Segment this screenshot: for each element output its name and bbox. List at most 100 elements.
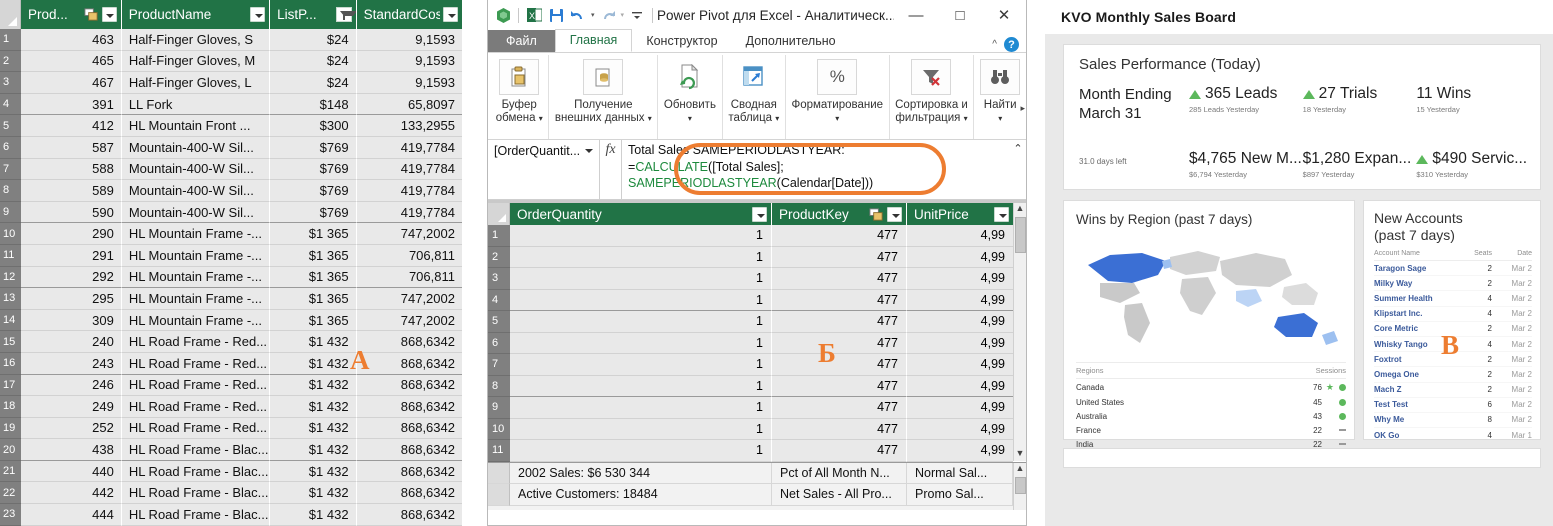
cell-standardcost[interactable]: 133,2955 [356,115,462,137]
column-filter-dropdown-productname[interactable] [250,7,266,22]
cell-unitprice[interactable]: 4,99 [907,268,1013,290]
cell-productkey[interactable]: 477 [772,440,907,462]
account-row[interactable]: Milky Way 2 Mar 2 [1374,276,1532,292]
cell-orderquantity[interactable]: 1 [510,268,772,290]
account-name[interactable]: Klipstart Inc. [1374,309,1458,318]
close-button[interactable]: ✕ [982,1,1026,29]
region-row[interactable]: Canada 76 ★ [1076,379,1346,395]
tab-advanced[interactable]: Дополнительно [732,31,850,52]
region-row[interactable]: Australia 43 [1076,409,1346,423]
table-row[interactable]: 10 290 HL Mountain Frame -... $1 365 747… [0,223,462,245]
scroll-up-icon[interactable]: ▲ [1016,203,1025,216]
cell-unitprice[interactable]: 4,99 [907,440,1013,462]
cell-productname[interactable]: HL Road Frame - Blac... [121,460,271,483]
name-box[interactable]: [OrderQuantit... [488,140,600,162]
world-map-svg[interactable] [1070,231,1348,356]
cell-standardcost[interactable]: 9,1593 [356,50,462,73]
cell-productkey[interactable]: 463 [21,29,122,51]
table-row[interactable]: 15 240 HL Road Frame - Red... $1 432 868… [0,331,462,353]
cell-productname[interactable]: HL Mountain Frame -... [121,309,271,332]
cell-standardcost[interactable]: 868,6342 [356,504,462,526]
account-name[interactable]: Milky Way [1374,279,1458,288]
column-filter-dropdown-productkey[interactable] [887,206,902,222]
cell-productkey[interactable]: 590 [21,201,122,224]
table-row[interactable]: 6 587 Mountain-400-W Sil... $769 419,778… [0,136,462,159]
account-row[interactable]: Mach Z 2 Mar 2 [1374,383,1532,398]
table-row[interactable]: 20 438 HL Road Frame - Blac... $1 432 86… [0,439,462,461]
cell-productkey[interactable]: 477 [772,289,907,311]
cell-standardcost[interactable]: 419,7784 [356,180,462,202]
cell-orderquantity[interactable]: 1 [510,418,772,440]
cell-productname[interactable]: HL Road Frame - Blac... [121,482,271,505]
cell-standardcost[interactable]: 706,811 [356,244,462,267]
measure-row-handle[interactable] [488,462,510,484]
cell-productkey[interactable]: 477 [772,397,907,419]
cell-orderquantity[interactable]: 1 [510,225,772,247]
table-row[interactable]: 8 589 Mountain-400-W Sil... $769 419,778… [0,180,462,202]
column-header-standardcost[interactable]: StandardCost [357,0,462,29]
table-row[interactable]: 21 440 HL Road Frame - Blac... $1 432 86… [0,460,462,483]
table-row[interactable]: 12 292 HL Mountain Frame -... $1 365 706… [0,266,462,289]
cell-productkey[interactable]: 477 [772,268,907,290]
column-filter-dropdown-productkey[interactable] [101,7,117,22]
table-row[interactable]: 14 309 HL Mountain Frame -... $1 365 747… [0,309,462,332]
undo-dropdown-caret-icon[interactable]: ▾ [591,11,595,19]
cell-productkey[interactable]: 477 [772,375,907,397]
grid-vertical-scrollbar[interactable]: ▲ ▼ [1013,203,1026,461]
cell-productname[interactable]: HL Mountain Frame -... [121,223,271,245]
cell-standardcost[interactable]: 747,2002 [356,288,462,310]
ribbon-group-pivot-table[interactable]: Сводная таблица ▾ [723,55,786,139]
cell-productname[interactable]: Mountain-400-W Sil... [121,136,271,159]
measure-row-handle[interactable] [488,484,510,506]
cell-orderquantity[interactable]: 1 [510,311,772,333]
external-data-icon[interactable] [583,59,624,95]
column-filter-dropdown-unitprice[interactable] [994,206,1009,222]
cell-productname[interactable]: HL Mountain Frame -... [121,244,271,267]
cell-unitprice[interactable]: 4,99 [907,289,1013,311]
cell-productkey[interactable]: 291 [21,244,122,267]
measure-cell[interactable]: Promo Sal... [907,484,1013,506]
cell-productkey[interactable]: 240 [21,331,122,353]
cell-productkey[interactable]: 295 [21,288,122,310]
table-row[interactable]: 8 1 477 4,99 [488,375,1013,397]
account-name[interactable]: Taragon Sage [1374,264,1458,273]
cell-listprice[interactable]: $1 432 [270,331,357,353]
region-row[interactable]: United States 45 [1076,395,1346,409]
cell-productname[interactable]: HL Mountain Front ... [121,115,271,137]
cell-productkey[interactable]: 477 [772,311,907,333]
clipboard-icon[interactable] [499,59,540,95]
cell-standardcost[interactable]: 868,6342 [356,439,462,461]
table-row[interactable]: 4 1 477 4,99 [488,289,1013,311]
table-row[interactable]: 2 1 477 4,99 [488,246,1013,268]
table-row[interactable]: 5 1 477 4,99 [488,311,1013,333]
cell-productkey[interactable]: 442 [21,482,122,505]
table-row[interactable]: 7 1 477 4,99 [488,354,1013,376]
region-row[interactable]: India 22 [1076,437,1346,451]
cell-listprice[interactable]: $1 432 [270,504,357,526]
expand-formula-bar-icon[interactable]: ⌃ [1010,140,1026,199]
measure-grid-scrollbar[interactable]: ▲ [1013,462,1026,510]
cell-productkey[interactable]: 444 [21,504,122,526]
cell-listprice[interactable]: $1 432 [270,352,357,375]
measure-cell[interactable]: Normal Sal... [907,462,1013,484]
binoculars-icon[interactable] [980,59,1021,95]
cell-listprice[interactable]: $1 432 [270,460,357,483]
cell-unitprice[interactable]: 4,99 [907,418,1013,440]
column-filter-dropdown-standardcost[interactable] [443,7,458,22]
cell-unitprice[interactable]: 4,99 [907,311,1013,333]
account-row[interactable]: Test Test 6 Mar 2 [1374,398,1532,413]
tab-designer[interactable]: Конструктор [632,31,731,52]
account-name[interactable]: Why Me [1374,415,1458,424]
cell-productkey[interactable]: 477 [772,354,907,376]
cell-listprice[interactable]: $148 [270,93,357,116]
scrollbar-thumb[interactable] [1014,217,1026,253]
cell-standardcost[interactable]: 747,2002 [356,309,462,332]
table-row[interactable]: 23 444 HL Road Frame - Blac... $1 432 86… [0,504,462,526]
minimize-button[interactable]: — [894,1,938,29]
cell-productkey[interactable]: 249 [21,396,122,418]
column-header-unitprice[interactable]: UnitPrice [907,203,1013,225]
cell-productname[interactable]: LL Fork [121,93,271,116]
table-row[interactable]: 11 1 477 4,99 [488,440,1013,462]
table-row[interactable]: 3 1 477 4,99 [488,268,1013,290]
measure-cell[interactable]: Net Sales - All Pro... [772,484,907,506]
